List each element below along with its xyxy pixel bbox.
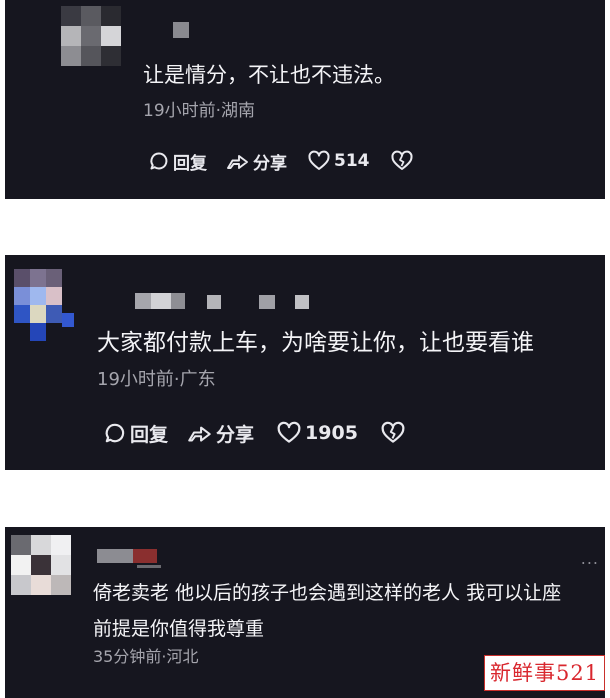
share-arrow-icon <box>186 421 214 445</box>
heart-outline-icon <box>307 150 331 172</box>
comment-text: 让是情分，不让也不违法。 <box>143 63 395 87</box>
more-dots-icon[interactable]: ... <box>581 549 599 568</box>
comment-card: 让是情分，不让也不违法。 19小时前·湖南 回复 分享 514 <box>5 0 605 199</box>
avatar[interactable] <box>61 6 121 66</box>
comment-meta: 19小时前·湖南 <box>143 101 256 121</box>
comment-meta: 35分钟前·河北 <box>93 647 199 666</box>
avatar[interactable] <box>14 269 78 345</box>
action-bar: 回复 分享 1905 <box>103 417 406 449</box>
like-button[interactable]: 514 <box>307 150 370 172</box>
reply-button[interactable]: 回复 <box>148 149 207 174</box>
share-arrow-icon <box>225 150 251 172</box>
comment-card: 大家都付款上车，为啥要让你，让也要看谁 19小时前·广东 回复 分享 1905 <box>5 255 605 470</box>
comment-meta: 19小时前·广东 <box>97 369 216 390</box>
dislike-button[interactable] <box>390 150 414 172</box>
comment-bubble-icon <box>148 150 170 172</box>
like-button[interactable]: 1905 <box>276 421 358 445</box>
like-count: 514 <box>334 151 370 171</box>
action-bar: 回复 分享 514 <box>148 146 414 176</box>
comment-text-line2: 前提是你值得我尊重 <box>93 618 265 640</box>
username-blurred[interactable] <box>173 22 189 38</box>
dislike-button[interactable] <box>380 421 406 445</box>
share-label: 分享 <box>216 423 255 446</box>
username-blurred[interactable] <box>97 549 177 568</box>
heart-outline-icon <box>276 421 302 445</box>
reply-button[interactable]: 回复 <box>103 420 168 447</box>
share-label: 分享 <box>253 153 287 174</box>
watermark-logo: 新鲜事521 <box>484 655 605 691</box>
reply-label: 回复 <box>173 153 207 174</box>
comment-bubble-icon <box>103 421 127 445</box>
comment-text: 大家都付款上车，为啥要让你，让也要看谁 <box>97 330 534 356</box>
comment-text-line1: 倚老卖老 他以后的孩子也会遇到这样的老人 我可以让座 <box>93 582 562 604</box>
share-button[interactable]: 分享 <box>186 420 254 447</box>
reply-label: 回复 <box>130 423 169 446</box>
heart-broken-icon <box>380 421 406 445</box>
like-count: 1905 <box>305 422 358 444</box>
heart-broken-icon <box>390 150 414 172</box>
share-button[interactable]: 分享 <box>225 149 287 174</box>
username-blurred[interactable] <box>135 293 335 309</box>
avatar[interactable] <box>11 535 71 595</box>
